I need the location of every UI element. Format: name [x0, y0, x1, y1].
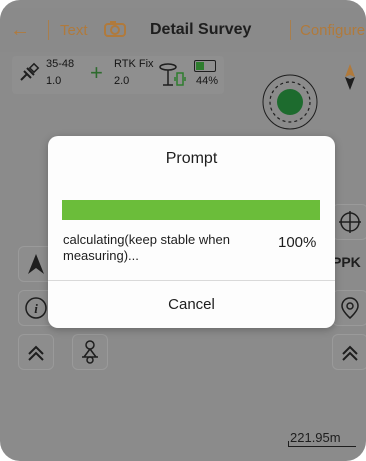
ppk-button[interactable]: PPK [332, 254, 361, 270]
survey-pole-icon [82, 340, 98, 364]
dialog-title: Prompt [165, 150, 218, 167]
receiver-icon [159, 63, 186, 86]
compass-icon[interactable] [344, 64, 356, 90]
pole-height-button[interactable] [72, 334, 108, 370]
gnss-status-panel[interactable]: 35-48 1.0 + RTK Fix 2.0 44% [12, 56, 224, 94]
svg-text:i: i [34, 301, 38, 316]
stakeout-point-button[interactable] [332, 290, 366, 326]
progress-bar [62, 200, 320, 220]
battery-level [196, 62, 204, 70]
progress-fill [62, 200, 320, 220]
fix-crosshair-icon: + [90, 60, 103, 85]
chevron-up-icon [28, 345, 44, 361]
page-title: Detail Survey [150, 21, 252, 38]
camera-icon[interactable] [104, 20, 126, 38]
expand-left-button[interactable] [18, 334, 54, 370]
configure-button[interactable]: Configure [300, 22, 365, 39]
progress-percent: 100% [278, 234, 317, 251]
divider [48, 20, 49, 40]
map-scale-label: 221.95m [290, 430, 341, 445]
cancel-button[interactable]: Cancel [48, 281, 335, 328]
crosshair-icon [339, 211, 361, 233]
expand-right-button[interactable] [332, 334, 366, 370]
back-arrow-icon[interactable]: ← [10, 20, 36, 40]
dialog-message: calculating(keep stable when measuring).… [63, 232, 230, 263]
divider [290, 20, 291, 40]
map-scale-bar [288, 446, 356, 447]
fix-type: RTK Fix [114, 58, 154, 70]
prompt-dialog: Prompt calculating(keep stable when meas… [48, 136, 335, 328]
diff-age: 2.0 [114, 75, 130, 87]
top-bar: ← Text Detail Survey Configure [0, 8, 366, 52]
navigation-arrow-icon [28, 254, 44, 274]
device-screen: ← Text Detail Survey Configure 35-48 1.0… [0, 0, 366, 461]
satellite-count: 35-48 [46, 58, 75, 70]
chevron-up-icon [342, 345, 358, 361]
crosshair-point-button[interactable] [332, 204, 366, 240]
battery-icon [194, 60, 216, 72]
satellite-icon [20, 62, 40, 81]
battery-percent: 44% [196, 75, 219, 87]
map-pin-icon [341, 297, 359, 319]
text-button[interactable]: Text [60, 22, 88, 39]
info-icon: i [25, 297, 47, 319]
pdop-value: 1.0 [46, 75, 62, 87]
